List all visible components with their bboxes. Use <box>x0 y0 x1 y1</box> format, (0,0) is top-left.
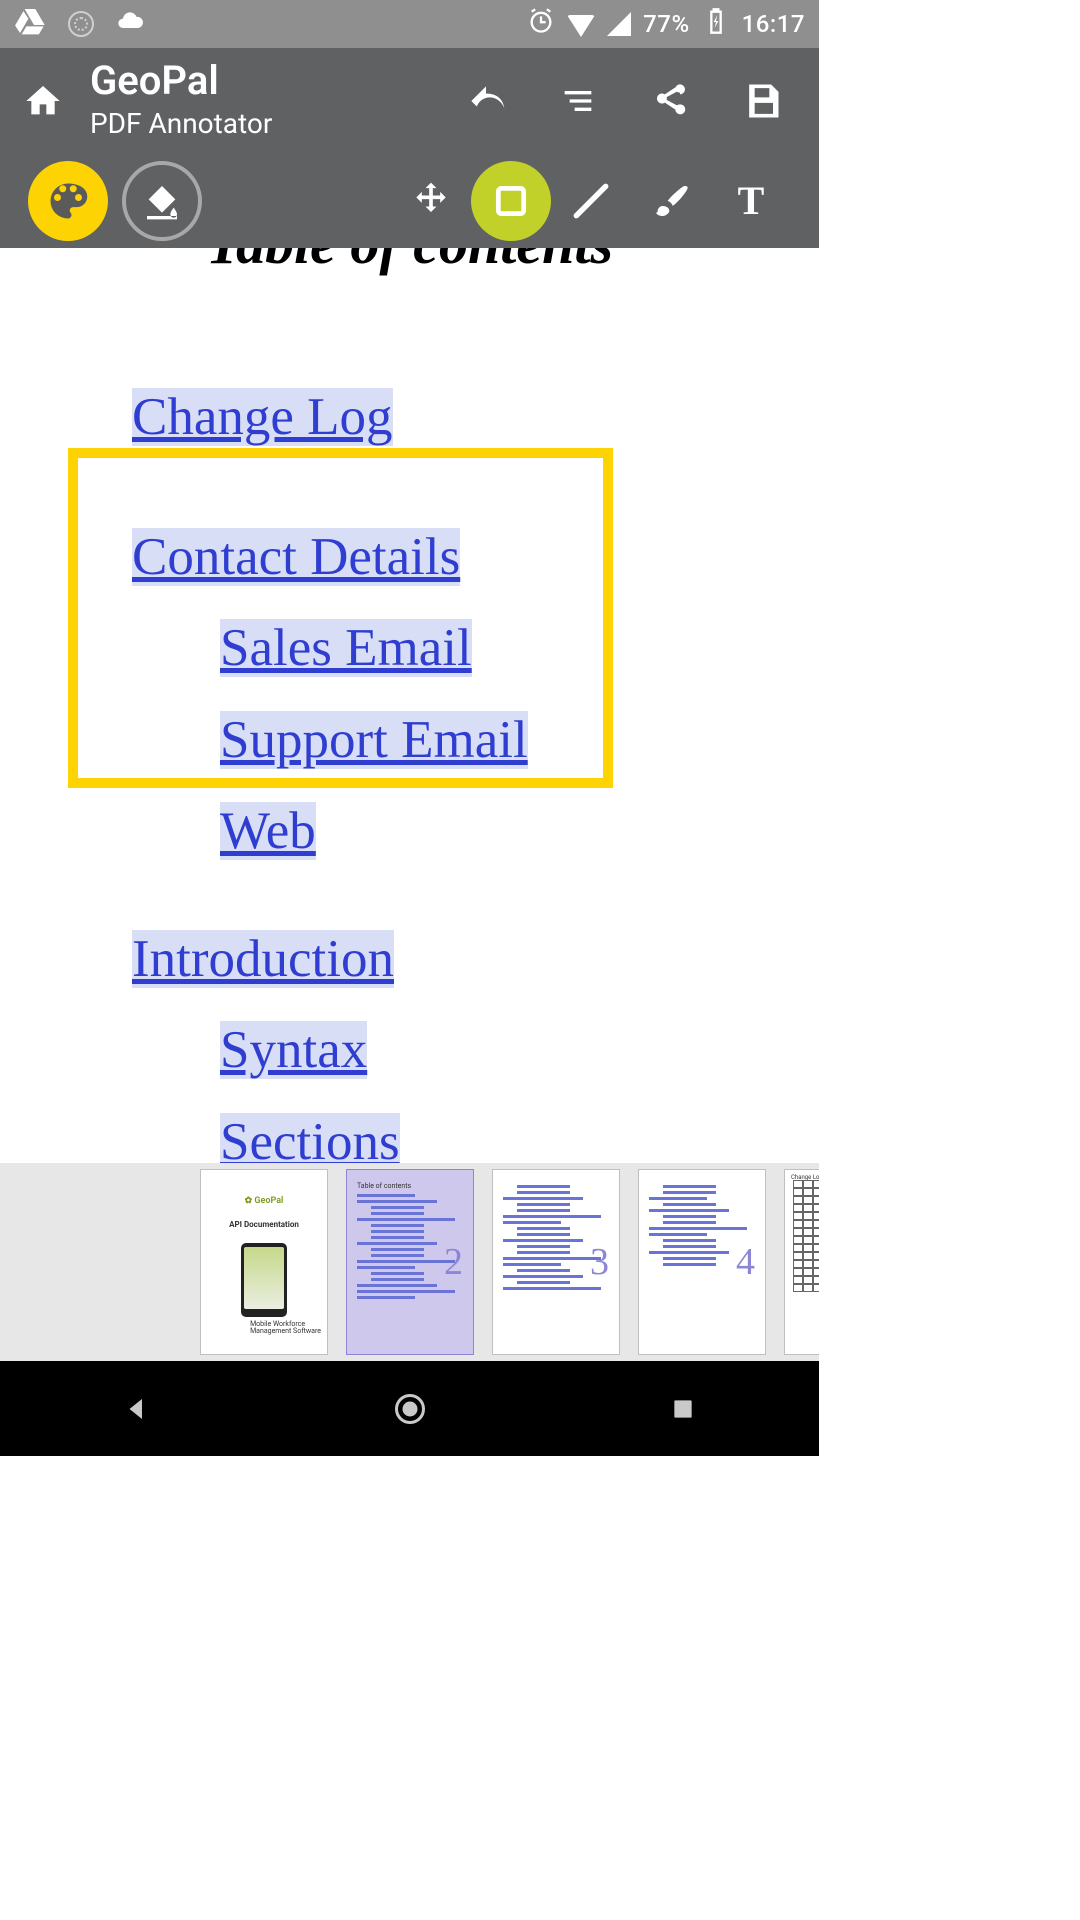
app-title: GeoPal <box>90 61 272 101</box>
share-button[interactable] <box>635 66 705 136</box>
thumb4-page-number: 4 <box>736 1240 755 1284</box>
menu-lines-button[interactable] <box>543 66 613 136</box>
page-thumbnail-strip[interactable]: ✿ GeoPal API Documentation Mobile Workfo… <box>0 1163 819 1361</box>
toc-link-change-log[interactable]: Change Log <box>132 388 393 446</box>
app-subtitle: PDF Annotator <box>90 107 272 140</box>
android-status-bar: 77% 16:17 <box>0 0 819 48</box>
battery-charging-icon <box>702 7 730 41</box>
alarm-icon <box>527 7 555 41</box>
thumb3-page-number: 3 <box>590 1240 609 1284</box>
app-bar: GeoPal PDF Annotator <box>0 48 819 153</box>
toc-link-web[interactable]: Web <box>220 802 316 860</box>
cell-signal-icon <box>607 12 631 36</box>
page-thumbnail-5[interactable]: Change Log <box>784 1169 819 1355</box>
sync-icon <box>68 11 94 37</box>
rectangle-tool[interactable] <box>471 161 551 241</box>
page-thumbnail-3[interactable]: 3 <box>492 1169 620 1355</box>
android-nav-bar <box>0 1361 819 1456</box>
toc-link-introduction[interactable]: Introduction <box>132 930 394 988</box>
brush-tool[interactable] <box>631 161 711 241</box>
page-thumbnail-1[interactable]: ✿ GeoPal API Documentation Mobile Workfo… <box>200 1169 328 1355</box>
wifi-icon <box>567 15 595 37</box>
cloud-icon <box>116 7 144 41</box>
page-thumbnail-4[interactable]: 4 <box>638 1169 766 1355</box>
thumb2-page-number: 2 <box>444 1240 463 1284</box>
toc-link-contact-details[interactable]: Contact Details <box>132 528 460 586</box>
battery-percent: 77% <box>643 10 689 38</box>
page-heading: Table of contents <box>206 248 613 277</box>
status-time: 16:17 <box>742 10 805 38</box>
google-drive-icon <box>14 5 46 43</box>
pdf-page-view[interactable]: Table of contents Change Log Contact Det… <box>0 248 819 1163</box>
thumb2-header: Table of contents <box>357 1182 463 1190</box>
nav-back-button[interactable] <box>116 1388 158 1430</box>
undo-button[interactable] <box>451 66 521 136</box>
text-tool[interactable]: T <box>711 161 791 241</box>
home-button[interactable] <box>14 72 72 130</box>
toc-link-sales-email[interactable]: Sales Email <box>220 619 472 677</box>
thumb1-logo: ✿ GeoPal <box>245 1196 284 1206</box>
line-tool[interactable] <box>551 161 631 241</box>
save-button[interactable] <box>727 66 797 136</box>
toc-link-support-email[interactable]: Support Email <box>220 711 528 769</box>
thumb1-title: API Documentation <box>229 1220 299 1229</box>
page-thumbnail-2[interactable]: Table of contents 2 <box>346 1169 474 1355</box>
thumb1-footer: Mobile WorkforceManagement Software <box>250 1321 321 1336</box>
phone-illustration-icon <box>241 1243 287 1317</box>
move-tool[interactable] <box>391 161 471 241</box>
toc-link-sections[interactable]: Sections <box>220 1113 400 1164</box>
color-palette-button[interactable] <box>28 161 108 241</box>
nav-recent-button[interactable] <box>662 1388 704 1430</box>
nav-home-button[interactable] <box>389 1388 431 1430</box>
fill-bucket-button[interactable] <box>122 161 202 241</box>
toc-link-syntax[interactable]: Syntax <box>220 1021 367 1079</box>
annotation-toolbar: T <box>0 153 819 248</box>
